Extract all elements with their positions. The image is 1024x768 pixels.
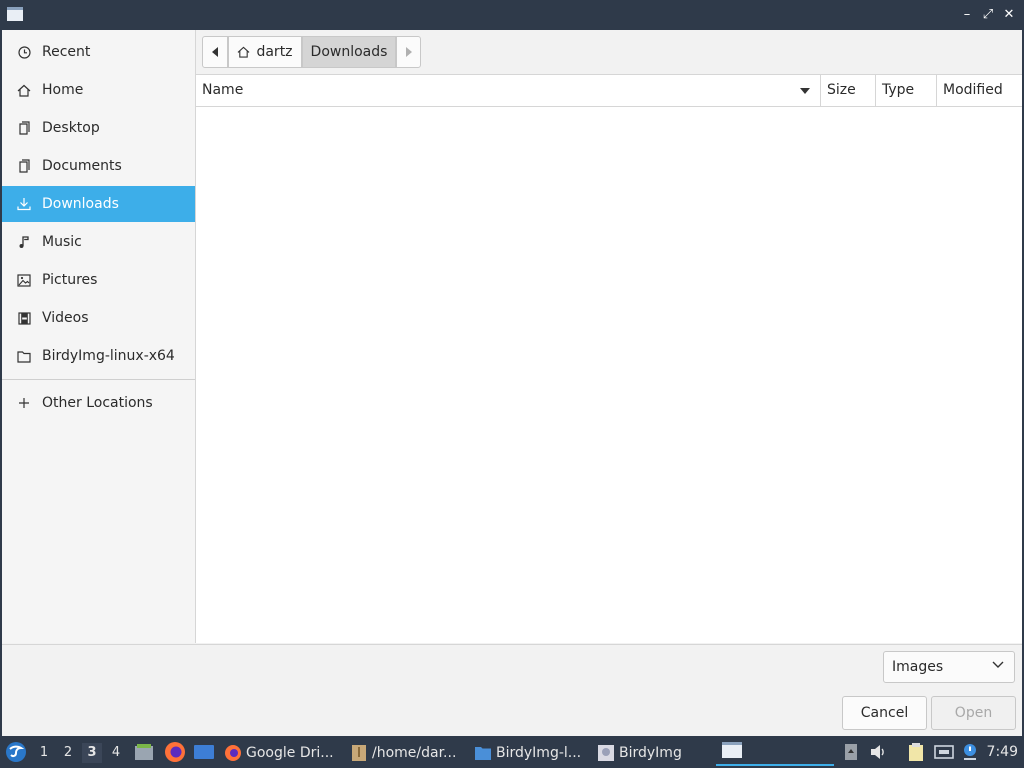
plus-icon: [16, 395, 32, 411]
sidebar-item-videos[interactable]: Videos: [2, 300, 195, 336]
path-back-button[interactable]: [202, 36, 228, 68]
firefox-icon: [225, 745, 241, 761]
path-segment-home[interactable]: dartz: [228, 36, 302, 68]
column-modified[interactable]: Modified: [936, 75, 1022, 106]
task-google-drive[interactable]: Google Dri...: [224, 740, 344, 766]
workspace-3[interactable]: 3: [82, 743, 102, 763]
title-bar: – ⤢ ✕: [0, 0, 1024, 30]
open-button[interactable]: Open: [931, 696, 1016, 730]
archive-icon: [352, 745, 366, 761]
volume-icon[interactable]: [870, 736, 888, 768]
minimize-icon[interactable]: –: [958, 6, 976, 24]
firefox-launcher-icon[interactable]: [164, 736, 186, 768]
sidebar-item-desktop[interactable]: Desktop: [2, 110, 195, 146]
path-segment-label: Downloads: [310, 44, 388, 60]
column-type[interactable]: Type: [875, 75, 936, 106]
cancel-button[interactable]: Cancel: [842, 696, 927, 730]
sidebar-divider: [2, 379, 195, 380]
home-icon: [16, 82, 32, 98]
sidebar-item-label: Home: [42, 82, 84, 98]
sidebar-item-pictures[interactable]: Pictures: [2, 262, 195, 298]
sidebar-item-label: Videos: [42, 310, 89, 326]
column-name-label: Name: [202, 82, 244, 98]
sidebar-item-other-locations[interactable]: Other Locations: [2, 385, 195, 421]
clipboard-icon[interactable]: [906, 736, 926, 768]
column-name[interactable]: Name: [196, 75, 820, 106]
action-area: Images Cancel Open: [2, 644, 1022, 737]
sidebar-item-label: Recent: [42, 44, 91, 60]
workspace-1[interactable]: 1: [34, 743, 54, 763]
path-segment-label: dartz: [256, 44, 293, 60]
task-label: BirdyImg-l...: [496, 745, 582, 761]
sidebar-item-label: Pictures: [42, 272, 98, 288]
task-file-manager[interactable]: /home/dar...: [350, 740, 465, 766]
chevron-right-icon: [405, 47, 412, 57]
column-size[interactable]: Size: [820, 75, 875, 106]
task-birdyimg[interactable]: BirdyImg: [597, 740, 697, 766]
sidebar-item-label: Other Locations: [42, 395, 153, 411]
file-manager-launcher-icon[interactable]: [134, 736, 154, 768]
clock[interactable]: 7:49: [987, 736, 1018, 768]
sort-down-icon: [800, 88, 810, 94]
sidebar-item-label: BirdyImg-linux-x64: [42, 348, 175, 364]
task-label: /home/dar...: [372, 745, 457, 761]
home-icon: [238, 46, 250, 58]
clock-icon: [16, 44, 32, 60]
path-forward-button[interactable]: [396, 36, 421, 68]
column-size-label: Size: [827, 82, 856, 98]
sidebar-item-downloads[interactable]: Downloads: [2, 186, 195, 222]
chevron-left-icon: [212, 47, 218, 57]
sidebar-item-label: Music: [42, 234, 82, 250]
desktop-launcher-icon[interactable]: [193, 736, 215, 768]
taskbar: 1 2 3 4 Google Dri... /home/dar... Birdy…: [0, 736, 1024, 768]
column-modified-label: Modified: [943, 82, 1003, 98]
path-segment-downloads[interactable]: Downloads: [302, 36, 396, 68]
file-chooser-window: – ⤢ ✕ Recent Home Desktop Documents Down…: [0, 0, 1024, 737]
file-type-filter[interactable]: Images: [883, 651, 1015, 683]
notification-icon[interactable]: [962, 736, 978, 768]
sidebar-item-home[interactable]: Home: [2, 72, 195, 108]
sidebar-item-label: Downloads: [42, 196, 119, 212]
network-icon[interactable]: [934, 736, 954, 768]
sidebar-item-music[interactable]: Music: [2, 224, 195, 260]
filter-selected-label: Images: [892, 659, 944, 675]
sidebar-item-recent[interactable]: Recent: [2, 34, 195, 70]
folder-icon: [16, 348, 32, 364]
path-bar: dartz Downloads: [196, 30, 1022, 75]
window-icon: [7, 7, 23, 21]
desktop-icon: [16, 120, 32, 136]
task-label: Google Dri...: [246, 745, 334, 761]
task-label: BirdyImg: [619, 745, 682, 761]
workspace-2[interactable]: 2: [58, 743, 78, 763]
places-sidebar: Recent Home Desktop Documents Downloads: [2, 30, 196, 643]
videos-icon: [16, 310, 32, 326]
pictures-icon: [16, 272, 32, 288]
sidebar-item-label: Desktop: [42, 120, 100, 136]
sidebar-item-label: Documents: [42, 158, 122, 174]
maximize-icon[interactable]: ⤢: [979, 6, 997, 24]
storage-tray-icon[interactable]: [844, 736, 858, 768]
documents-icon: [16, 158, 32, 174]
column-header: Name Size Type Modified: [196, 75, 1022, 107]
close-icon[interactable]: ✕: [1000, 6, 1018, 24]
window-icon: [722, 742, 742, 758]
sidebar-item-birdyimg[interactable]: BirdyImg-linux-x64: [2, 338, 195, 374]
birdyimg-app-icon: [598, 745, 614, 761]
file-list[interactable]: Name Size Type Modified: [196, 75, 1022, 643]
folder-icon: [475, 747, 491, 760]
download-icon: [16, 196, 32, 212]
column-type-label: Type: [882, 82, 915, 98]
sidebar-item-documents[interactable]: Documents: [2, 148, 195, 184]
music-icon: [16, 234, 32, 250]
workspace-4[interactable]: 4: [106, 743, 126, 763]
start-menu-icon[interactable]: [4, 736, 28, 768]
task-birdyimg-folder[interactable]: BirdyImg-l...: [474, 740, 589, 766]
task-file-chooser-active[interactable]: [716, 736, 834, 766]
chevron-down-icon: [992, 661, 1004, 668]
